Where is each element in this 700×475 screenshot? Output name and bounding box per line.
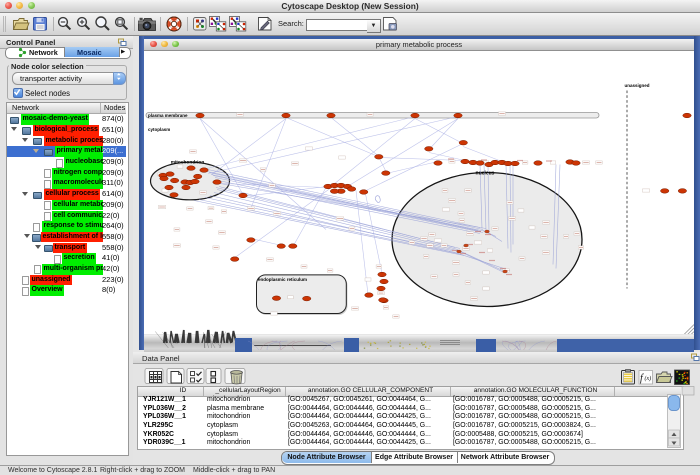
svg-text:mitochondrion: mitochondrion [171, 160, 205, 166]
svg-text:plasma membrane: plasma membrane [148, 113, 188, 118]
svg-text:cytoplasm: cytoplasm [148, 127, 170, 132]
svg-text:nucleus: nucleus [476, 171, 495, 177]
svg-text:endoplasmic reticulum: endoplasmic reticulum [258, 277, 307, 282]
svg-text:unassigned: unassigned [624, 83, 649, 88]
